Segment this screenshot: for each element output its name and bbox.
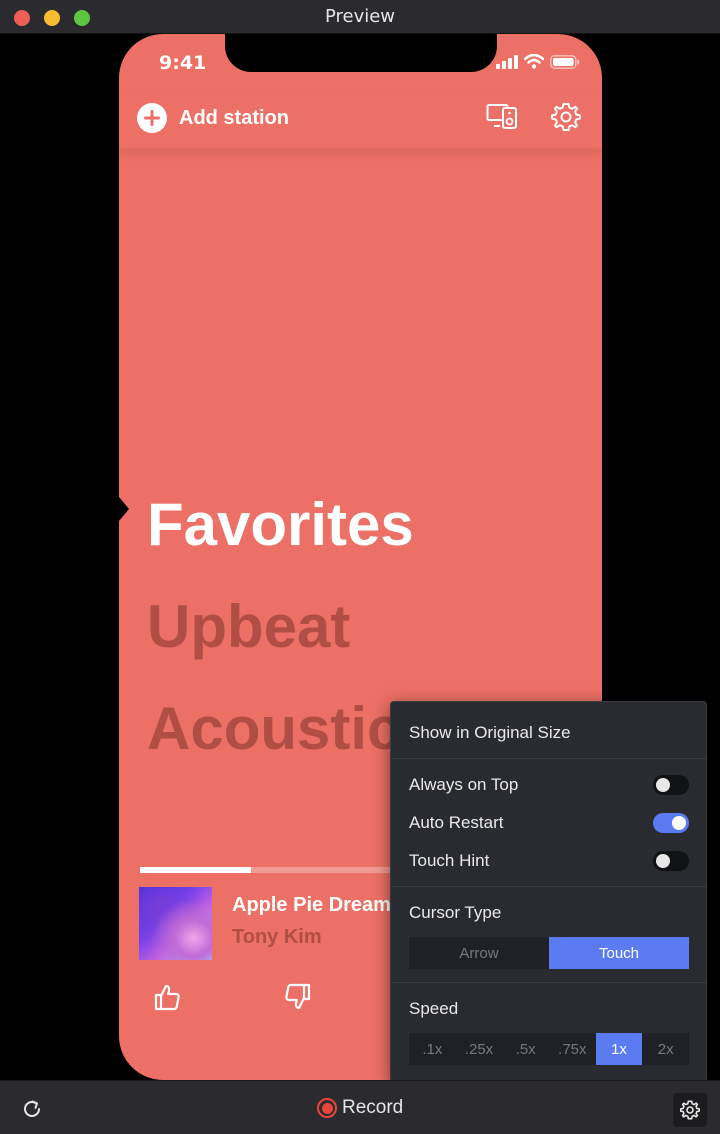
thumbs-down-icon[interactable] (284, 983, 312, 1011)
auto-restart-toggle[interactable] (653, 813, 689, 833)
wifi-icon (524, 54, 544, 69)
menu-divider (391, 886, 706, 887)
speed-label: Speed (409, 999, 459, 1018)
touch-hint-toggle[interactable] (653, 851, 689, 871)
cursor-type-label: Cursor Type (409, 903, 502, 922)
speed-option[interactable]: 1x (595, 1033, 643, 1065)
gear-icon (680, 1100, 700, 1120)
cursor-option-touch[interactable]: Touch (549, 937, 689, 969)
speed-option[interactable]: .5x (502, 1033, 549, 1065)
add-station-button[interactable]: Add station (137, 103, 289, 133)
always-on-top-toggle[interactable] (653, 775, 689, 795)
record-label: Record (342, 1097, 404, 1118)
show-original-size-item[interactable]: Show in Original Size (409, 723, 571, 743)
menu-divider (391, 982, 706, 983)
thumbs-up-icon[interactable] (153, 983, 181, 1011)
station-list: Favorites Upbeat Acoustic (147, 474, 414, 780)
status-time: 9:41 (159, 52, 207, 74)
phone-notch (225, 34, 497, 72)
app-header: Add station (119, 90, 602, 148)
speed-option[interactable]: 2x (642, 1033, 689, 1065)
plus-circle-icon (137, 103, 167, 133)
station-item[interactable]: Favorites (147, 474, 414, 576)
window-title: Preview (324, 6, 396, 27)
settings-button[interactable] (673, 1093, 707, 1127)
menu-divider (391, 758, 706, 759)
settings-menu: Show in Original Size Always on Top Auto… (390, 701, 707, 1083)
speed-option[interactable]: .75x (549, 1033, 596, 1065)
signal-icon (496, 54, 518, 69)
reload-icon[interactable] (21, 1098, 43, 1120)
gear-icon[interactable] (551, 102, 581, 132)
record-icon (317, 1098, 337, 1118)
auto-restart-label: Auto Restart (409, 813, 504, 832)
album-cover (139, 887, 212, 960)
touch-hint-label: Touch Hint (409, 851, 490, 870)
song-title: Apple Pie Dream (232, 894, 391, 916)
song-artist: Tony Kim (232, 926, 322, 948)
station-item[interactable]: Acoustic (147, 678, 414, 780)
speed-option[interactable]: .1x (409, 1033, 456, 1065)
device-speaker-icon[interactable] (486, 102, 518, 130)
add-station-label: Add station (179, 106, 289, 129)
speed-option[interactable]: .25x (456, 1033, 503, 1065)
bottom-toolbar: Record (0, 1080, 720, 1134)
speed-segmented: .1x .25x .5x .75x 1x 2x (409, 1033, 689, 1065)
cursor-option-arrow[interactable]: Arrow (409, 937, 549, 969)
window-titlebar: Preview (0, 0, 720, 34)
playback-progress-fill (140, 867, 251, 873)
station-item[interactable]: Upbeat (147, 576, 414, 678)
record-button[interactable]: Record (317, 1097, 403, 1119)
cursor-type-segmented: Arrow Touch (409, 937, 689, 969)
status-icons (496, 54, 580, 69)
always-on-top-label: Always on Top (409, 775, 519, 794)
station-pointer (119, 497, 129, 521)
battery-icon (550, 54, 580, 69)
